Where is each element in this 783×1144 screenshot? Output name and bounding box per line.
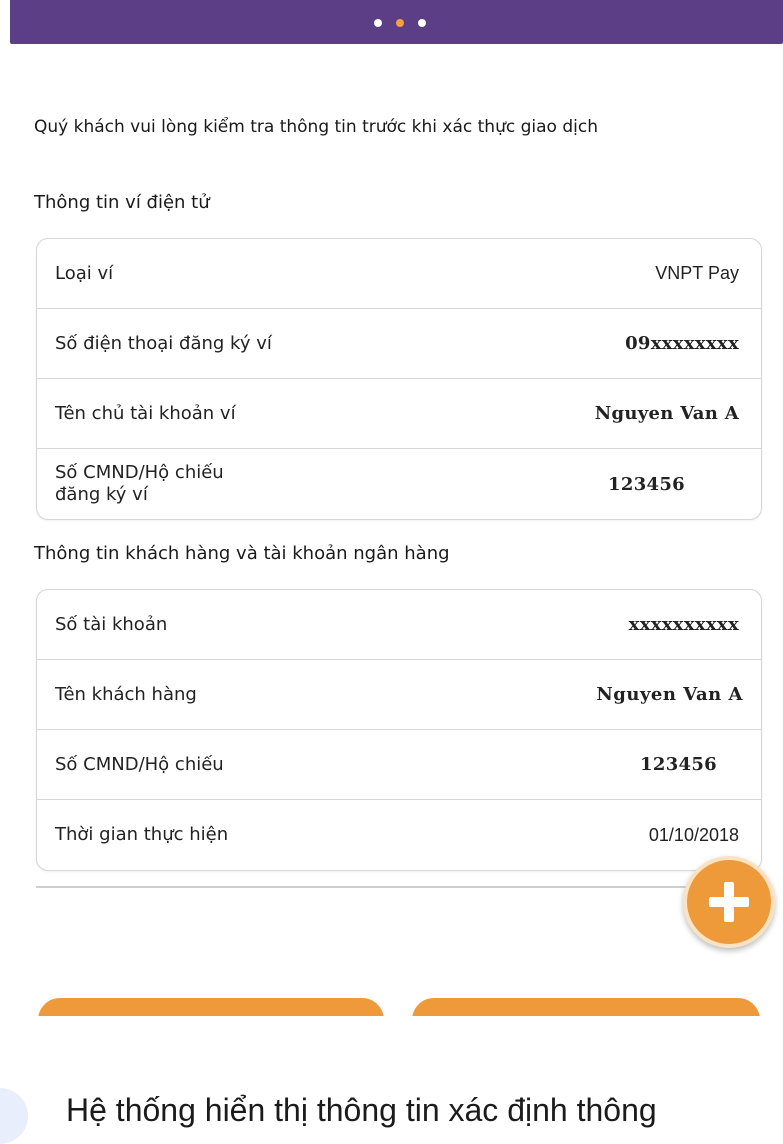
transaction-time-label: Thời gian thực hiện xyxy=(55,824,229,845)
wallet-type-label: Loại ví xyxy=(55,262,114,284)
add-button[interactable] xyxy=(683,856,775,948)
wallet-id-value: 123456 xyxy=(608,473,685,495)
bank-info-card: Số tài khoản xxxxxxxxxx Tên khách hàng N… xyxy=(36,589,762,871)
customer-id-value: 123456 xyxy=(640,754,717,775)
transaction-time-row: Thời gian thực hiện 01/10/2018 xyxy=(37,800,761,870)
wallet-phone-value: 09xxxxxxxx xyxy=(625,333,739,354)
wallet-phone-label: Số điện thoại đăng ký ví xyxy=(55,332,272,354)
account-number-row: Số tài khoản xxxxxxxxxx xyxy=(37,590,761,660)
customer-name-label: Tên khách hàng xyxy=(55,683,197,705)
wallet-phone-row: Số điện thoại đăng ký ví 09xxxxxxxx xyxy=(37,309,761,379)
wallet-owner-value: Nguyen Van A xyxy=(594,403,739,424)
divider xyxy=(36,886,736,888)
customer-name-value: Nguyen Van A xyxy=(596,684,743,705)
customer-name-row: Tên khách hàng Nguyen Van A xyxy=(37,660,761,730)
wallet-id-row: Số CMND/Hộ chiếu đăng ký ví 123456 xyxy=(37,449,761,519)
wallet-id-label: Số CMND/Hộ chiếu đăng ký ví xyxy=(55,462,224,505)
wallet-type-value: VNPT Pay xyxy=(655,263,739,283)
customer-id-label: Số CMND/Hộ chiếu xyxy=(55,753,224,775)
step-indicator xyxy=(374,19,426,27)
wallet-owner-row: Tên chủ tài khoản ví Nguyen Van A xyxy=(37,379,761,449)
account-number-value: xxxxxxxxxx xyxy=(628,614,739,635)
plus-icon-vertical xyxy=(724,882,734,922)
step-dot-3 xyxy=(418,19,426,27)
step-dot-1 xyxy=(374,19,382,27)
button-crop-mask xyxy=(0,1016,783,1046)
wallet-type-row: Loại ví VNPT Pay xyxy=(37,239,761,309)
caption-bullet xyxy=(0,1088,28,1144)
bank-section-title: Thông tin khách hàng và tài khoản ngân h… xyxy=(34,543,450,564)
header-bar xyxy=(10,0,783,44)
wallet-owner-label: Tên chủ tài khoản ví xyxy=(55,402,236,424)
intro-text: Quý khách vui lòng kiểm tra thông tin tr… xyxy=(34,117,598,137)
caption-text: Hệ thống hiển thị thông tin xác định thô… xyxy=(66,1092,657,1128)
wallet-section-title: Thông tin ví điện tử xyxy=(34,192,210,213)
transaction-time-value: 01/10/2018 xyxy=(648,824,739,845)
step-dot-2-active xyxy=(396,19,404,27)
customer-id-row: Số CMND/Hộ chiếu 123456 xyxy=(37,730,761,800)
account-number-label: Số tài khoản xyxy=(55,613,168,635)
wallet-info-card: Loại ví VNPT Pay Số điện thoại đăng ký v… xyxy=(36,238,762,520)
